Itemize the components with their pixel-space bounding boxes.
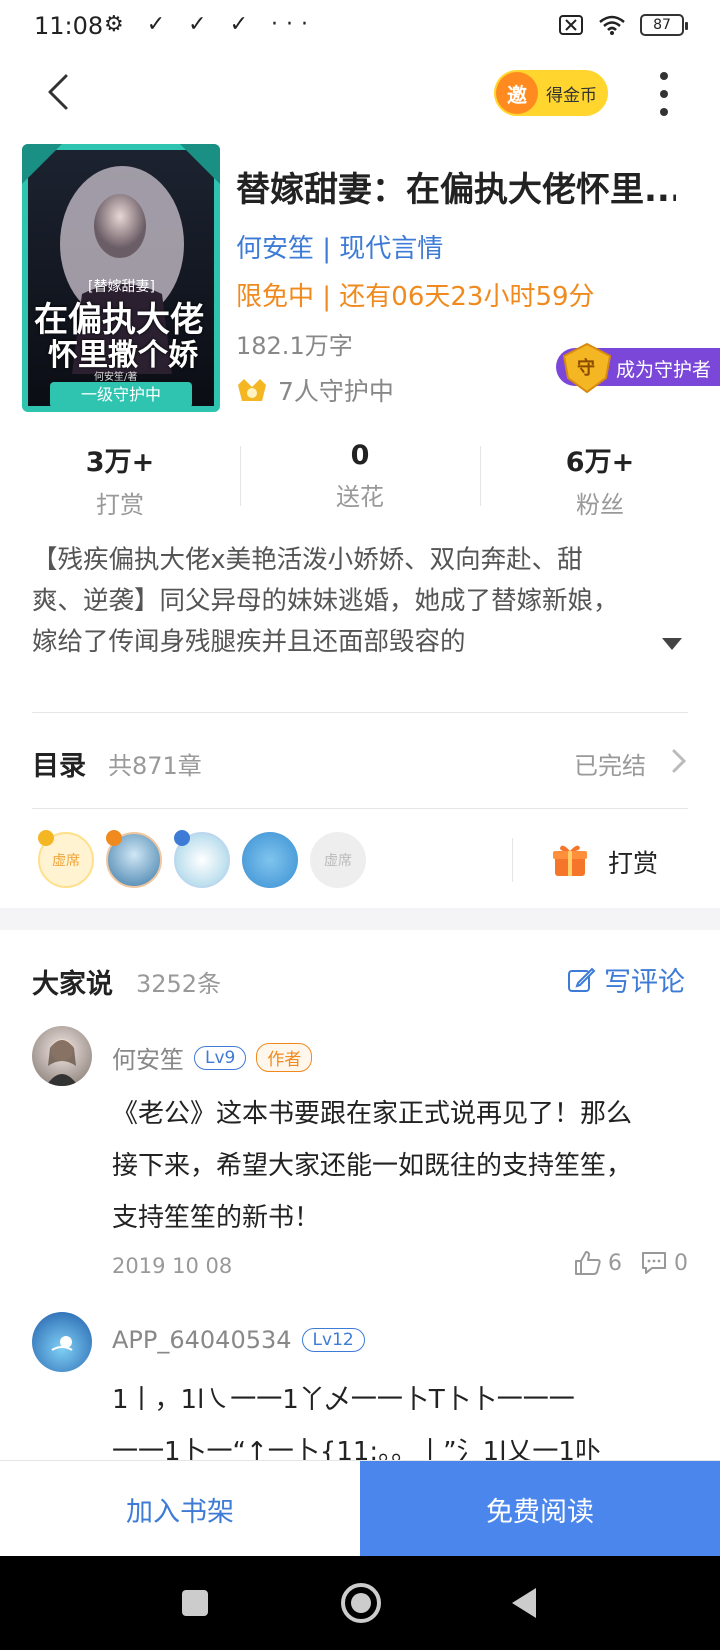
reply-button[interactable]: 0 xyxy=(640,1250,688,1276)
stat-reward[interactable]: 3万+ 打赏 xyxy=(0,440,240,520)
comment-line: 1丨，1l㇏一一1丫乄一一卜T卜卜一一一 xyxy=(112,1385,575,1415)
synopsis-line: 【残疾偏执大佬x美艳活泼小娇娇、双向奔赴、甜 xyxy=(32,545,583,575)
guardian-shield-icon: 守 xyxy=(558,342,616,394)
comments-count: 3252条 xyxy=(136,970,222,998)
level-badge: Lv9 xyxy=(194,1045,247,1070)
divider xyxy=(32,808,688,809)
back-nav-icon[interactable] xyxy=(508,1586,540,1620)
status-bar: 11:08 ⚙ ✓ ✓ ✓ ··· 87 xyxy=(0,0,720,54)
write-review-button[interactable]: 写评论 xyxy=(566,960,685,999)
sim-off-icon xyxy=(559,15,583,35)
comment-date: 2019 10 08 xyxy=(112,1254,233,1278)
like-count: 6 xyxy=(608,1250,622,1276)
book-synopsis[interactable]: 【残疾偏执大佬x美艳活泼小娇娇、双向奔赴、甜 爽、逆袭】同父异母的妹妹逃婚，她成… xyxy=(32,540,692,663)
status-time: 11:08 xyxy=(34,12,104,40)
book-title: 替嫁甜妻：在偏执大佬怀里... xyxy=(236,170,676,210)
cover-level-banner: 一级守护中 xyxy=(50,382,192,408)
user-avatar[interactable] xyxy=(32,1312,92,1372)
stat-fans-label: 粉丝 xyxy=(576,491,624,519)
comment-line: 支持笙笙的新书！ xyxy=(112,1203,321,1233)
comment-header: APP_64040534 Lv12 xyxy=(112,1326,365,1354)
chapter-count: 共871章 xyxy=(108,752,202,780)
book-cover[interactable]: [替嫁甜妻] 在偏执大佬 怀里撒个娇 何安笙/著 一级守护中 xyxy=(22,144,220,412)
become-guardian-label: 成为守护者 xyxy=(616,359,712,381)
chevron-right-icon[interactable] xyxy=(668,748,690,774)
completion-status: 已完结 xyxy=(574,752,646,780)
word-count: 182.1万字 xyxy=(236,332,353,360)
section-gap xyxy=(0,908,720,930)
stat-flowers-value: 0 xyxy=(350,440,370,471)
book-stats: 3万+ 打赏 0 送花 6万+ 粉丝 xyxy=(0,440,720,520)
commenter-name[interactable]: 何安笙 xyxy=(112,1040,184,1075)
author-badge: 作者 xyxy=(256,1043,313,1072)
level-badge: Lv12 xyxy=(301,1328,365,1352)
add-to-shelf-button[interactable]: 加入书架 xyxy=(0,1461,360,1557)
guardian-shield-glyph: 守 xyxy=(577,358,595,379)
home-icon[interactable] xyxy=(340,1582,382,1624)
system-nav-bar xyxy=(0,1556,720,1650)
comment-line: 《老公》这本书要跟在家正式说再见了！那么 xyxy=(112,1099,633,1129)
comment-body[interactable]: 《老公》这本书要跟在家正式说再见了！那么 接下来，希望大家还能一如既往的支持笙笙… xyxy=(112,1088,692,1244)
comment-header: 何安笙 Lv9 作者 xyxy=(112,1040,313,1075)
back-arrow-icon[interactable] xyxy=(40,72,80,112)
stat-reward-value: 3万+ xyxy=(85,447,155,478)
earn-coins-button[interactable]: 邀 得金币 xyxy=(494,70,608,116)
comment-bubble-icon xyxy=(642,1252,666,1274)
invite-icon: 邀 xyxy=(496,72,538,114)
comments-title: 大家说 xyxy=(32,969,113,1000)
synopsis-line: 嫁给了传闻身残腿疾并且还面部毁容的 xyxy=(32,627,466,657)
synopsis-line: 爽、逆袭】同父异母的妹妹逃婚，她成了替嫁新娘， xyxy=(32,586,619,616)
moon-badge-icon xyxy=(174,830,190,846)
recents-icon[interactable] xyxy=(180,1588,210,1618)
free-timer: 限免中 | 还有06天23小时59分 xyxy=(236,282,595,312)
commenter-name[interactable]: APP_64040534 xyxy=(112,1326,292,1354)
reply-count: 0 xyxy=(674,1250,688,1276)
stat-flowers-label: 送花 xyxy=(336,483,384,511)
free-read-button[interactable]: 免费阅读 xyxy=(360,1461,720,1557)
stat-fans[interactable]: 6万+ 粉丝 xyxy=(480,440,720,520)
cover-author: 何安笙/著 xyxy=(94,372,138,383)
like-button[interactable]: 6 xyxy=(574,1250,622,1276)
earn-coins-label: 得金币 xyxy=(546,85,597,106)
user-avatar[interactable] xyxy=(32,1026,92,1086)
fan-avatar[interactable] xyxy=(242,832,298,888)
sun-badge-icon xyxy=(38,830,54,846)
guardians-count: 7人守护中 xyxy=(278,377,394,406)
catalog-title[interactable]: 目录 xyxy=(32,744,86,783)
thumbs-up-icon xyxy=(575,1251,601,1275)
divider xyxy=(512,838,513,882)
stat-fans-value: 6万+ xyxy=(565,447,635,478)
fan-seat-empty[interactable]: 虚席 xyxy=(310,832,366,888)
stat-reward-label: 打赏 xyxy=(96,491,144,519)
guardian-crown-icon xyxy=(238,379,266,401)
notification-icons: ⚙ ✓ ✓ ✓ ··· xyxy=(104,12,316,37)
comment-line: 接下来，希望大家还能一如既往的支持笙笙， xyxy=(112,1151,633,1181)
reward-button[interactable]: 打赏 xyxy=(608,844,658,880)
guardians-row: 7人守护中 xyxy=(236,372,394,408)
write-review-label: 写评论 xyxy=(604,967,685,998)
bottom-action-bar: 加入书架 免费阅读 xyxy=(0,1460,720,1557)
status-right: 87 xyxy=(558,14,688,36)
battery-icon: 87 xyxy=(640,14,688,36)
edit-icon xyxy=(568,967,596,992)
sun-badge-icon xyxy=(106,830,122,846)
more-options-icon[interactable] xyxy=(656,72,672,116)
stat-flowers[interactable]: 0 送花 xyxy=(240,440,480,520)
expand-synopsis-icon[interactable] xyxy=(662,638,682,650)
wifi-icon xyxy=(599,15,625,35)
author-genre-link[interactable]: 何安笙 | 现代言情 xyxy=(236,228,443,265)
gift-icon[interactable] xyxy=(552,842,588,878)
divider xyxy=(32,712,688,713)
